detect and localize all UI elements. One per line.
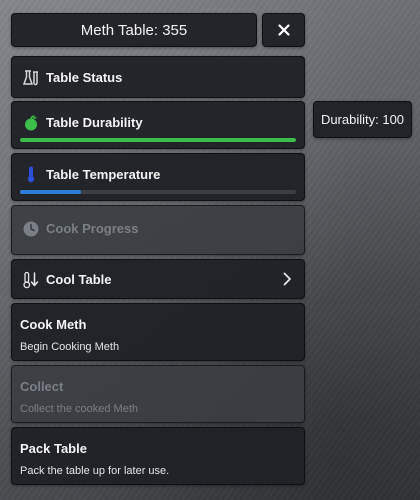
table-durability-label: Table Durability [46,115,143,130]
flask-icon [22,70,38,86]
table-temperature-label: Table Temperature [46,167,161,182]
chevron-right-icon [283,272,291,286]
collect-button[interactable]: Collect Collect the cooked Meth [11,365,305,423]
cool-table-button[interactable]: Cool Table [11,259,305,299]
pack-table-button[interactable]: Pack Table Pack the table up for later u… [11,427,305,485]
collect-title: Collect [20,379,64,394]
cook-progress-row: Cook Progress [11,205,305,255]
cool-table-label: Cool Table [46,272,112,287]
pack-table-title: Pack Table [20,441,87,456]
temperature-bar-fill [20,190,81,194]
close-button[interactable] [262,13,305,47]
table-status-row: Table Status [11,56,305,98]
thermometer-down-icon [23,271,39,289]
temperature-bar [20,190,296,194]
durability-tooltip: Durability: 100 [313,101,412,138]
cook-meth-button[interactable]: Cook Meth Begin Cooking Meth [11,303,305,361]
cook-meth-title: Cook Meth [20,317,87,332]
pack-table-description: Pack the table up for later use. [20,465,170,477]
cook-progress-label: Cook Progress [46,221,139,236]
close-icon [277,24,290,36]
thermometer-icon [27,166,35,183]
table-status-label: Table Status [46,70,123,85]
table-temperature-row: Table Temperature [11,153,305,201]
apple-icon [25,115,37,131]
durability-bar [20,138,296,142]
cook-meth-description: Begin Cooking Meth [20,341,120,353]
table-durability-row: Table Durability [11,101,305,149]
durability-bar-fill [20,138,296,142]
collect-description: Collect the cooked Meth [20,403,139,415]
clock-icon [23,221,39,237]
table-title: Meth Table: 355 [11,13,257,47]
